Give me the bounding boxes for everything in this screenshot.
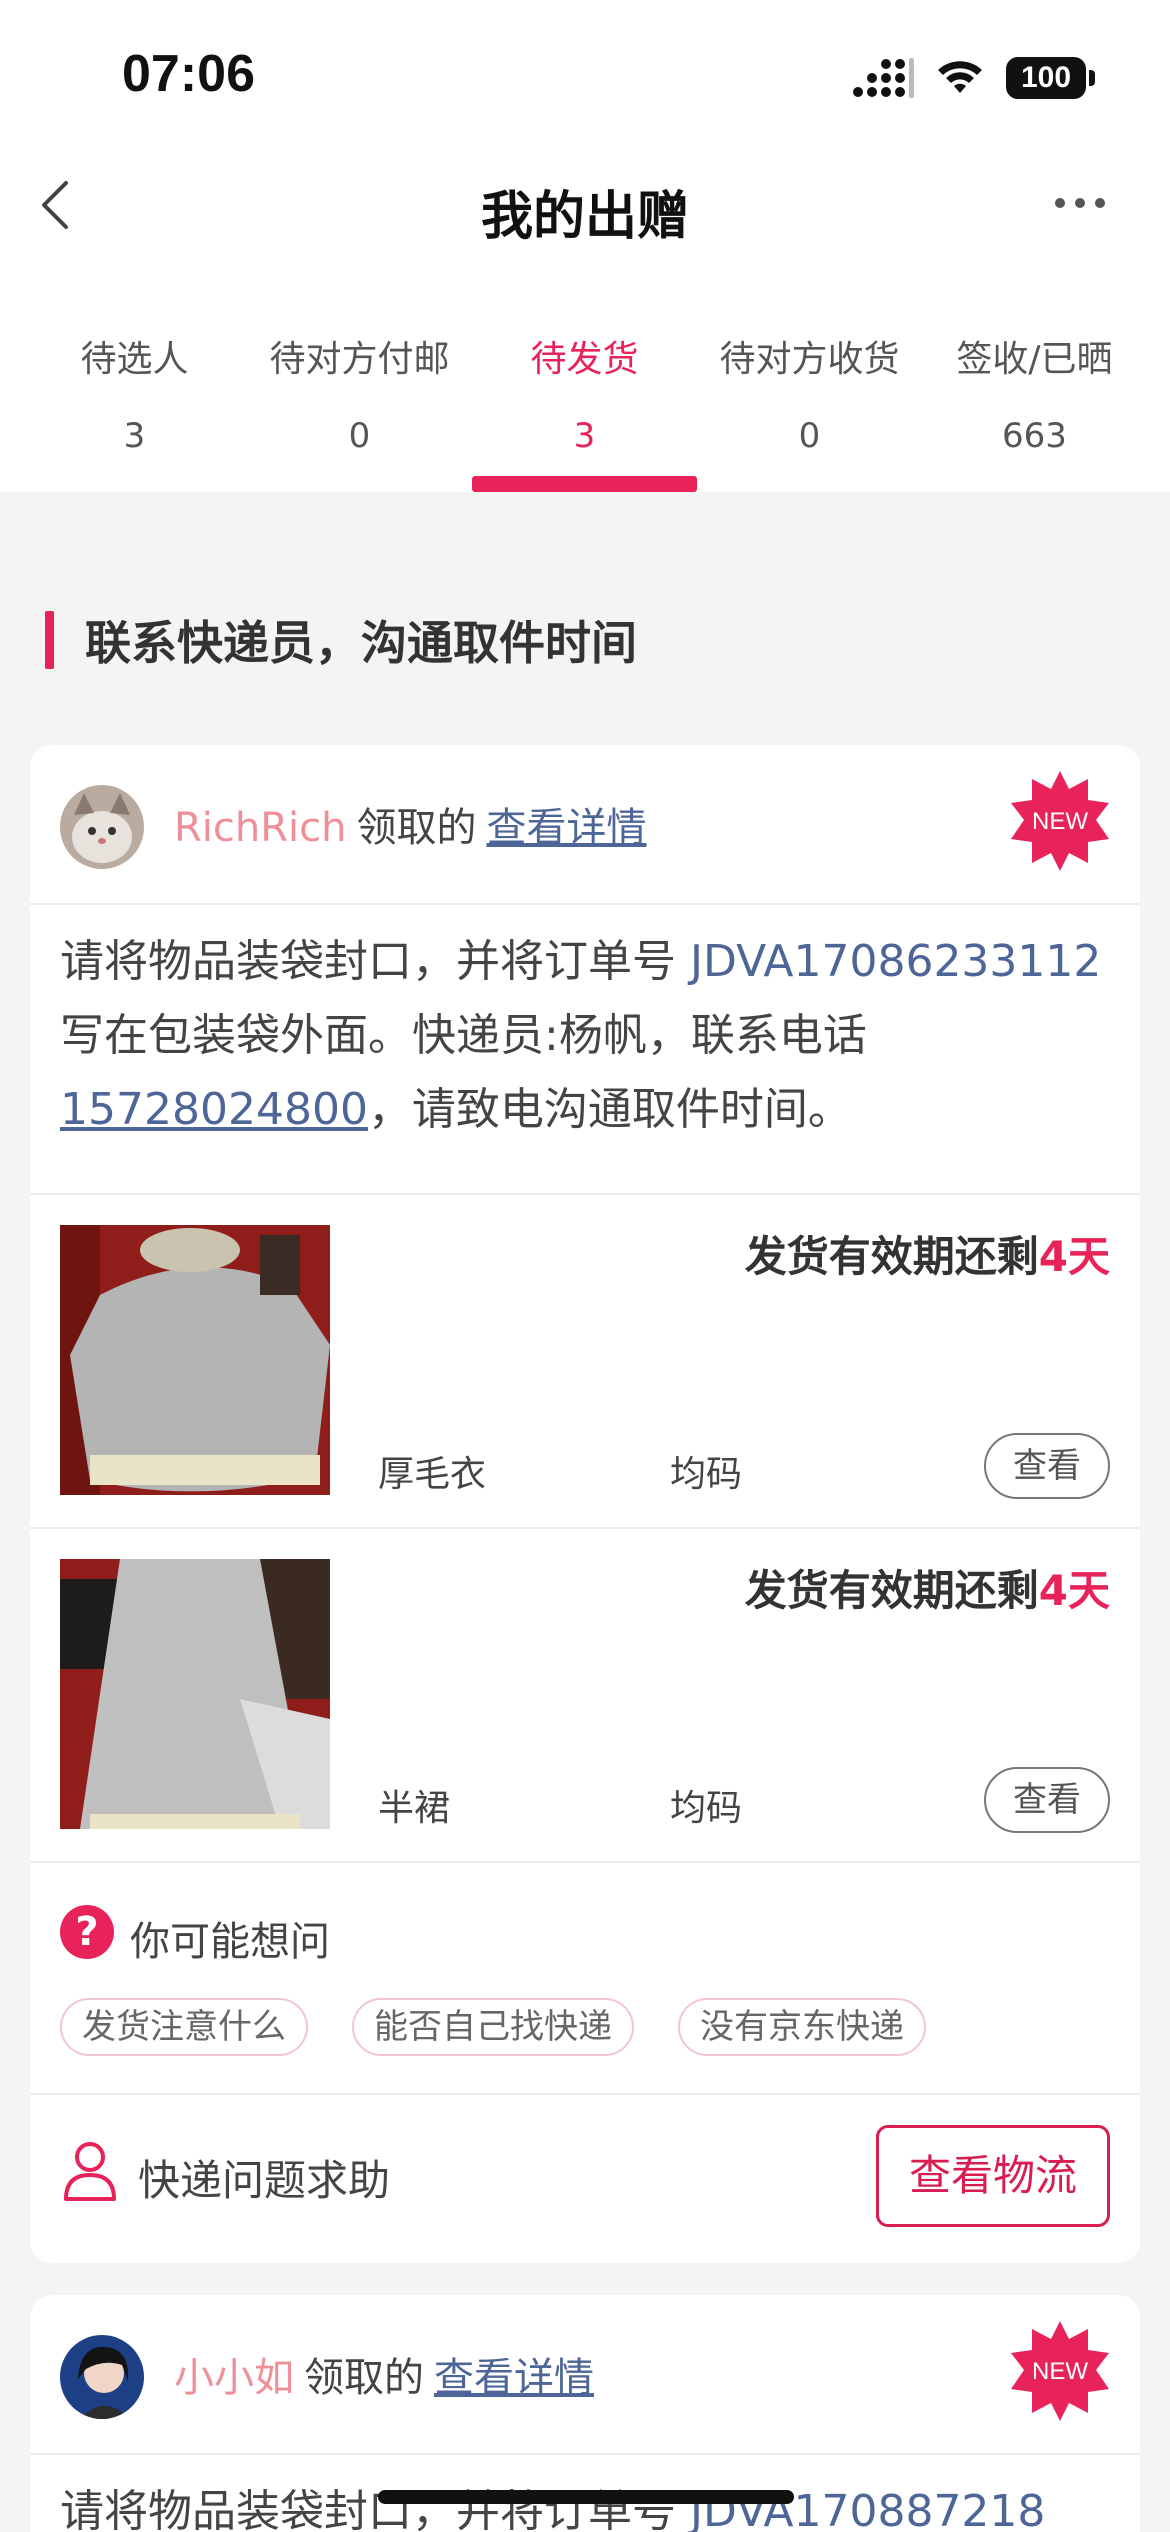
item-name: 厚毛衣	[378, 1454, 487, 1495]
shipping-deadline: 发货有效期还剩4天	[745, 1223, 1110, 1284]
tab-label: 签收/已晒	[956, 339, 1113, 380]
tab-label: 待对方付邮	[269, 339, 450, 380]
tab-count: 0	[798, 416, 821, 456]
section-heading-text: 联系快递员，沟通取件时间	[85, 616, 637, 670]
tab-label: 待对方收货	[719, 339, 900, 380]
claimer-username[interactable]: RichRich	[174, 805, 347, 851]
page-title: 我的出赠	[480, 187, 689, 247]
card-header: RichRich 领取的 查看详情 NEW	[30, 745, 1140, 905]
shipping-instructions: 请将物品装袋封口，并将订单号 JDVA17086233112 写在包装袋外面。快…	[60, 925, 1120, 1147]
tab-label: 待发货	[530, 339, 639, 380]
instruction-prefix: 请将物品装袋封口，并将订单号	[60, 936, 690, 987]
claim-info: 小小如 领取的 查看详情	[174, 2345, 594, 2403]
card-header: 小小如 领取的 查看详情 NEW	[30, 2295, 1140, 2455]
claimed-label: 领取的	[304, 2355, 424, 2401]
avatar[interactable]	[60, 2335, 144, 2419]
claimed-label: 领取的	[356, 805, 477, 851]
tab-count: 663	[1002, 416, 1067, 456]
tab-awaiting-postage[interactable]: 待对方付邮 0	[247, 320, 472, 492]
person-icon	[64, 2142, 116, 2201]
shipping-deadline: 发货有效期还剩4天	[745, 1557, 1110, 1618]
gift-card: RichRich 领取的 查看详情 NEW 请将物品装袋封口，并将订单号 JDVA1…	[30, 745, 1140, 2263]
new-badge-label: NEW	[1032, 2358, 1088, 2385]
deadline-text: 发货有效期还剩	[744, 1232, 1039, 1281]
tab-awaiting-receipt[interactable]: 待对方收货 0	[697, 320, 922, 492]
tab-to-ship[interactable]: 待发货 3	[472, 320, 697, 492]
faq-title: 你可能想问	[130, 1919, 330, 1965]
view-details-link[interactable]: 查看详情	[434, 2355, 594, 2401]
new-badge-icon: NEW	[1011, 771, 1109, 871]
courier-help-label[interactable]: 快递问题求助	[138, 2147, 390, 2208]
cellular-signal-icon	[853, 58, 914, 98]
tab-count: 3	[573, 416, 596, 456]
faq-chip-shipping-notes[interactable]: 发货注意什么	[60, 1998, 308, 2056]
item-name: 半裙	[378, 1788, 451, 1829]
courier-help-row: 快递问题求助 查看物流	[30, 2093, 1140, 2253]
item-size: 均码	[670, 1788, 743, 1829]
claim-info: RichRich 领取的 查看详情	[174, 795, 647, 853]
courier-phone-link[interactable]: 15728024800	[60, 1084, 368, 1135]
battery-icon: 100	[1006, 57, 1095, 99]
more-options-icon[interactable]	[1050, 188, 1110, 218]
deadline-days: 4天	[1038, 1566, 1110, 1615]
instruction-middle: 写在包装袋外面。快递员:杨帆，联系电话	[60, 1010, 867, 1061]
nav-bar: 我的出赠	[0, 150, 1170, 265]
tab-to-select[interactable]: 待选人 3	[22, 320, 247, 492]
item-size: 均码	[670, 1454, 743, 1495]
claimer-username[interactable]: 小小如	[174, 2355, 294, 2401]
section-accent-bar	[45, 611, 54, 669]
view-item-button[interactable]: 查看	[984, 1433, 1110, 1499]
faq-chip-no-jd-express[interactable]: 没有京东快递	[678, 1998, 926, 2056]
item-photo[interactable]	[60, 1225, 330, 1495]
new-badge-label: NEW	[1032, 808, 1088, 835]
question-icon: ?	[60, 1905, 114, 1959]
order-number: JDVA17086233112	[690, 936, 1102, 987]
status-tabs: 待选人 3 待对方付邮 0 待发货 3 待对方收货 0 签收/已晒 663	[0, 320, 1170, 492]
instruction-suffix: ，请致电沟通取件时间。	[367, 1084, 852, 1135]
gift-item: 发货有效期还剩4天 半裙 均码 查看	[30, 1527, 1140, 1861]
faq-chip-own-courier[interactable]: 能否自己找快递	[352, 1998, 634, 2056]
new-badge-icon: NEW	[1011, 2321, 1109, 2421]
tab-count: 3	[123, 416, 146, 456]
item-photo[interactable]	[60, 1559, 330, 1829]
home-indicator	[378, 2490, 794, 2504]
view-details-link[interactable]: 查看详情	[487, 805, 647, 851]
active-tab-indicator	[472, 476, 697, 492]
tab-count: 0	[348, 416, 371, 456]
status-bar: 07:06 100	[0, 0, 1170, 150]
status-time: 07:06	[122, 45, 255, 103]
deadline-text: 发货有效期还剩	[744, 1566, 1039, 1615]
header-area: 07:06 100 我的出赠 待选人 3 待对方付邮 0 待发货 3 待对方收货…	[0, 0, 1170, 492]
wifi-icon	[938, 61, 982, 93]
view-item-button[interactable]: 查看	[984, 1767, 1110, 1833]
track-shipment-button[interactable]: 查看物流	[876, 2125, 1110, 2227]
gift-item: 发货有效期还剩4天 厚毛衣 均码 查看	[30, 1193, 1140, 1527]
tab-label: 待选人	[80, 339, 189, 380]
faq-section: ? 你可能想问 发货注意什么 能否自己找快递 没有京东快递	[30, 1861, 1140, 2093]
tab-received-shared[interactable]: 签收/已晒 663	[922, 320, 1147, 492]
avatar[interactable]	[60, 785, 144, 869]
deadline-days: 4天	[1038, 1232, 1110, 1281]
